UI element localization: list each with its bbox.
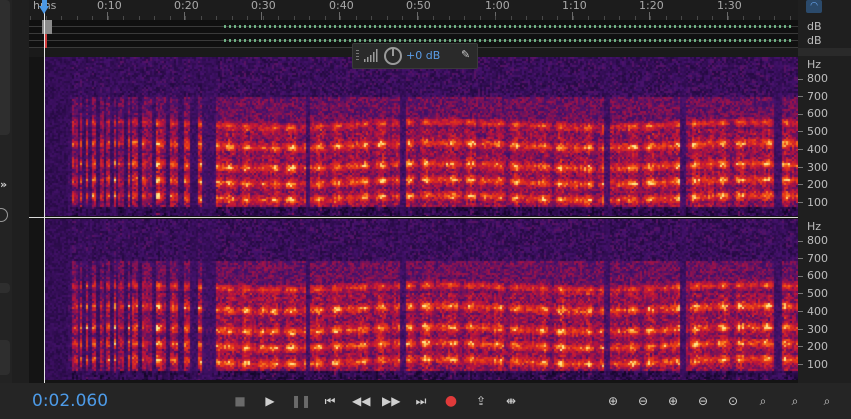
zoom-in-icon[interactable]: ⊕ [663,392,683,410]
overview-wave-channel [224,39,794,42]
ruler-tick-label: 0:40 [329,0,354,12]
overview-guide [29,33,798,34]
freq-label: 300 [807,323,828,336]
skip-selection-icon[interactable]: ⇼ [502,392,520,410]
freq-tick [798,329,803,330]
hz-unit-label: Hz [807,58,822,71]
skip-end-icon[interactable]: ⏭ [412,392,430,410]
freq-label: 400 [807,305,828,318]
ruler-major-tick [261,12,262,20]
zoom-in-selection-icon[interactable]: ⌕ [753,392,773,410]
freq-label: 500 [807,125,828,138]
freq-tick [798,346,803,347]
zoom-out-icon[interactable]: ⊖ [693,392,713,410]
time-ruler[interactable]: hms 0:10 0:20 0:30 0:40 0:50 1:00 1:10 1… [29,0,798,20]
rewind-icon[interactable]: ◀◀ [352,392,370,410]
zoom-in-start-icon[interactable]: ⌕ [785,392,805,410]
fast-forward-icon[interactable]: ▶▶ [382,392,400,410]
playhead-line[interactable] [44,8,45,383]
db-label: dB [807,34,822,47]
ruler-tick-label: 1:30 [717,0,742,12]
frequency-scale: ◠ dB dB Hz 800 700 600 500 400 300 200 1… [798,0,851,383]
freq-label: 600 [807,107,828,120]
pause-icon[interactable]: ❚❚ [291,392,311,410]
overview-wave-channel [224,25,794,28]
ruler-tick-label: 0:50 [406,0,431,12]
spectrogram-channel-1[interactable] [44,57,798,216]
freq-tick [798,258,803,259]
freq-tick [798,311,803,312]
scale-separator [798,48,851,56]
panel-tab[interactable] [0,283,10,293]
timecode-display[interactable]: 0:02.060 [32,391,108,411]
hz-unit-label: Hz [807,220,822,233]
freq-label: 800 [807,234,828,247]
ruler-tick-label: 0:20 [174,0,199,12]
zoom-in-amplitude-icon[interactable]: ⊕ [603,392,623,410]
freq-tick [798,364,803,365]
freq-tick [798,293,803,294]
freq-label: 400 [807,143,828,156]
freq-label: 200 [807,178,828,191]
drag-grip-icon[interactable] [356,50,359,62]
zoom-full-icon[interactable]: ⊙ [723,392,743,410]
freq-label: 700 [807,252,828,265]
zoom-in-end-icon[interactable]: ⌕ [817,392,837,410]
transport-bar: 0:02.060 ■ ▶ ❚❚ ⏮ ◀◀ ▶▶ ⏭ ● ⇪ ⇼ ⊕ ⊖ ⊕ ⊖ … [0,383,851,419]
stop-icon[interactable]: ■ [231,392,249,410]
freq-tick [798,149,803,150]
gain-knob[interactable] [384,47,402,65]
ruler-tick-label: 0:10 [97,0,122,12]
freq-tick [798,276,803,277]
left-panel-rail: » [0,0,12,419]
circle-icon[interactable] [0,208,8,222]
overview-position-marker [45,34,47,48]
record-icon[interactable]: ● [442,392,460,410]
freq-tick [798,241,803,242]
freq-label: 300 [807,161,828,174]
play-icon[interactable]: ▶ [261,392,279,410]
db-label: dB [807,20,822,33]
playhead-marker-icon[interactable] [39,6,49,14]
pin-icon[interactable]: ✎ [461,48,470,61]
freq-tick [798,167,803,168]
level-meter-icon [364,49,378,62]
hud-gain-control[interactable]: +0 dB ✎ [352,43,478,69]
spectrogram-channel-2[interactable] [44,219,798,380]
freq-tick [798,202,803,203]
expand-chevron-icon[interactable]: » [0,178,7,191]
freq-label: 700 [807,90,828,103]
ruler-tick-label: 0:30 [251,0,276,12]
freq-tick [798,79,803,80]
panel-tab[interactable] [0,0,10,135]
freq-tick [798,184,803,185]
freq-label: 100 [807,196,828,209]
freq-label: 800 [807,72,828,85]
freq-label: 500 [807,287,828,300]
ruler-tick-label: 1:00 [485,0,510,12]
freq-tick [798,131,803,132]
ruler-tick-label: 1:10 [562,0,587,12]
ruler-tick-label: 1:20 [639,0,664,12]
zoom-out-amplitude-icon[interactable]: ⊖ [633,392,653,410]
skip-start-icon[interactable]: ⏮ [321,392,339,410]
headphone-icon[interactable]: ◠ [806,0,822,13]
freq-label: 600 [807,269,828,282]
loop-icon[interactable]: ⇪ [472,392,490,410]
channel-divider [29,217,798,218]
freq-tick [798,96,803,97]
gain-value[interactable]: +0 dB [406,49,440,62]
panel-tab[interactable] [0,340,10,375]
freq-label: 200 [807,340,828,353]
freq-label: 100 [807,358,828,371]
freq-tick [798,114,803,115]
